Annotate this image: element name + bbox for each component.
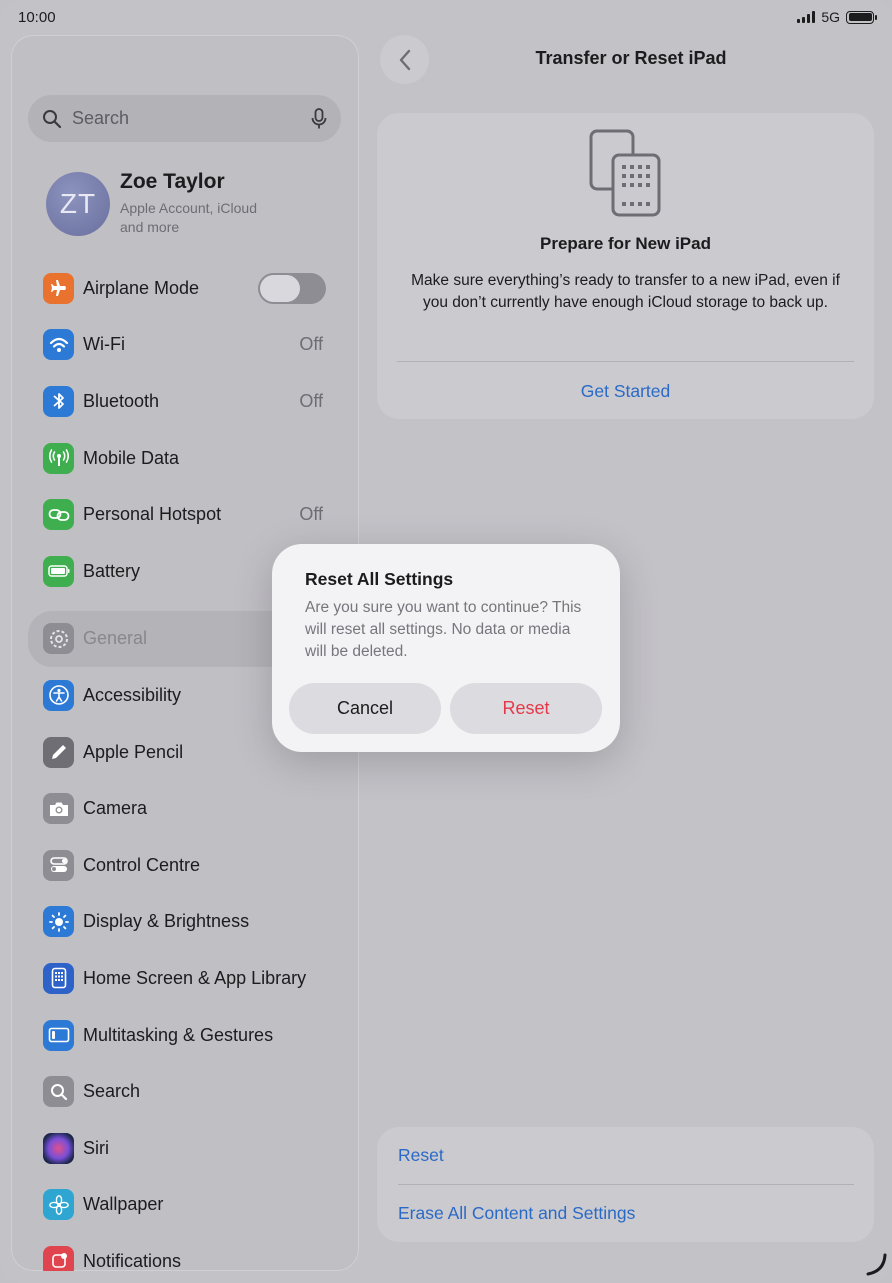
sidebar-item-camera[interactable]: Camera <box>11 780 359 837</box>
reset-link[interactable]: Reset <box>398 1145 444 1166</box>
pencil-icon <box>43 736 74 768</box>
search-icon <box>43 109 62 128</box>
settings-list: Airplane Mode Wi-Fi Off Bluetooth Off Mo… <box>11 260 359 1271</box>
reset-settings-alert: Reset All Settings Are you sure you want… <box>272 544 620 752</box>
grid-icon <box>43 962 74 994</box>
page-title: Transfer or Reset iPad <box>535 48 727 68</box>
alert-message: Are you sure you want to continue? This … <box>305 599 582 660</box>
divider <box>397 361 854 362</box>
search-icon <box>43 1076 74 1108</box>
link-icon <box>43 499 74 531</box>
prepare-description: Make sure everything’s ready to transfer… <box>411 272 840 311</box>
airplane-mode-toggle[interactable] <box>258 272 326 304</box>
sidebar-item-search[interactable]: Search <box>11 1063 359 1120</box>
cellular-signal-icon <box>797 11 816 23</box>
avatar: ZT <box>46 171 110 236</box>
sidebar-item-label: Wallpaper <box>83 1194 164 1215</box>
search-placeholder: Search <box>72 108 130 128</box>
sidebar-item-label: Mobile Data <box>83 447 180 468</box>
sidebar-item-label: Camera <box>83 798 148 819</box>
reset-options-card: Reset Erase All Content and Settings <box>377 1127 874 1242</box>
battery-status-icon <box>846 10 877 24</box>
bluetooth-icon <box>43 385 74 417</box>
back-button[interactable] <box>380 35 429 84</box>
sidebar-item-label: Wi-Fi <box>83 334 125 355</box>
sun-icon <box>43 906 74 938</box>
status-time: 10:00 <box>18 9 56 26</box>
hotspot-status: Off <box>299 504 323 525</box>
erase-all-link[interactable]: Erase All Content and Settings <box>398 1203 635 1224</box>
sidebar-item-notifications[interactable]: Notifications <box>11 1233 359 1271</box>
sidebar-item-label: Battery <box>83 560 141 581</box>
sidebar-item-label: Search <box>83 1081 141 1102</box>
flower-icon <box>43 1189 74 1221</box>
divider <box>398 1184 854 1185</box>
battery-icon <box>43 555 74 587</box>
ipad-screen: 10:00 5G Search ZT Zoe Taylor Apple Acco… <box>0 0 892 1283</box>
sidebar-item-label: Siri <box>83 1137 109 1158</box>
multitask-icon <box>43 1019 74 1051</box>
search-field[interactable]: Search <box>28 95 341 142</box>
cancel-button[interactable]: Cancel <box>289 683 441 734</box>
sidebar-item-siri[interactable]: Siri <box>11 1120 359 1177</box>
bluetooth-status: Off <box>299 390 323 411</box>
sidebar-item-label: Bluetooth <box>83 390 160 411</box>
sidebar-item-label: Display & Brightness <box>83 911 250 932</box>
ipad-transfer-icon <box>589 129 661 217</box>
confirm-reset-button[interactable]: Reset <box>450 683 602 734</box>
gear-icon <box>43 623 74 655</box>
sidebar-item-multitasking[interactable]: Multitasking & Gestures <box>11 1007 359 1064</box>
sidebar-item-airplane-mode[interactable]: Airplane Mode <box>11 260 359 317</box>
sidebar-item-wallpaper[interactable]: Wallpaper <box>11 1177 359 1234</box>
sidebar-item-display-brightness[interactable]: Display & Brightness <box>11 894 359 951</box>
sidebar-item-personal-hotspot[interactable]: Personal Hotspot Off <box>11 486 359 543</box>
sidebar-item-home-screen[interactable]: Home Screen & App Library <box>11 950 359 1007</box>
antenna-icon <box>43 442 74 474</box>
prepare-title: Prepare for New iPad <box>539 234 711 253</box>
sidebar-item-label: Control Centre <box>83 854 201 875</box>
sidebar-item-control-centre[interactable]: Control Centre <box>11 837 359 894</box>
bell-icon <box>43 1245 74 1271</box>
switches-icon <box>43 849 74 881</box>
network-type: 5G <box>821 9 840 25</box>
airplane-icon <box>43 272 74 304</box>
sidebar-item-label: Notifications <box>83 1250 182 1271</box>
account-profile[interactable]: ZT Zoe Taylor Apple Account, iCloud and … <box>46 170 280 237</box>
sidebar-item-label: General <box>83 628 148 649</box>
alert-title: Reset All Settings <box>305 569 454 589</box>
sidebar-item-wifi[interactable]: Wi-Fi Off <box>11 317 359 374</box>
sidebar-item-label: Multitasking & Gestures <box>83 1024 274 1045</box>
profile-subtitle: Apple Account, iCloud and more <box>120 200 257 235</box>
wifi-status: Off <box>299 334 323 355</box>
siri-icon <box>43 1132 74 1164</box>
get-started-button[interactable]: Get Started <box>377 381 874 402</box>
accessibility-icon <box>43 679 74 711</box>
camera-icon <box>43 793 74 825</box>
chevron-left-icon <box>399 49 410 70</box>
profile-name: Zoe Taylor <box>120 170 225 193</box>
sidebar-item-bluetooth[interactable]: Bluetooth Off <box>11 373 359 430</box>
sidebar-item-label: Personal Hotspot <box>83 504 222 525</box>
sidebar-item-label: Home Screen & App Library <box>83 967 307 988</box>
sidebar-item-label: Apple Pencil <box>83 741 184 762</box>
wifi-icon <box>43 329 74 361</box>
sidebar-item-mobile-data[interactable]: Mobile Data <box>11 430 359 487</box>
sidebar-item-label: Airplane Mode <box>83 277 200 298</box>
status-indicators: 5G <box>797 9 877 25</box>
microphone-icon[interactable] <box>311 107 327 130</box>
sidebar-item-label: Accessibility <box>83 684 182 705</box>
prepare-new-ipad-card: Prepare for New iPad Make sure everythin… <box>377 113 874 419</box>
resize-handle-icon <box>866 1253 887 1276</box>
